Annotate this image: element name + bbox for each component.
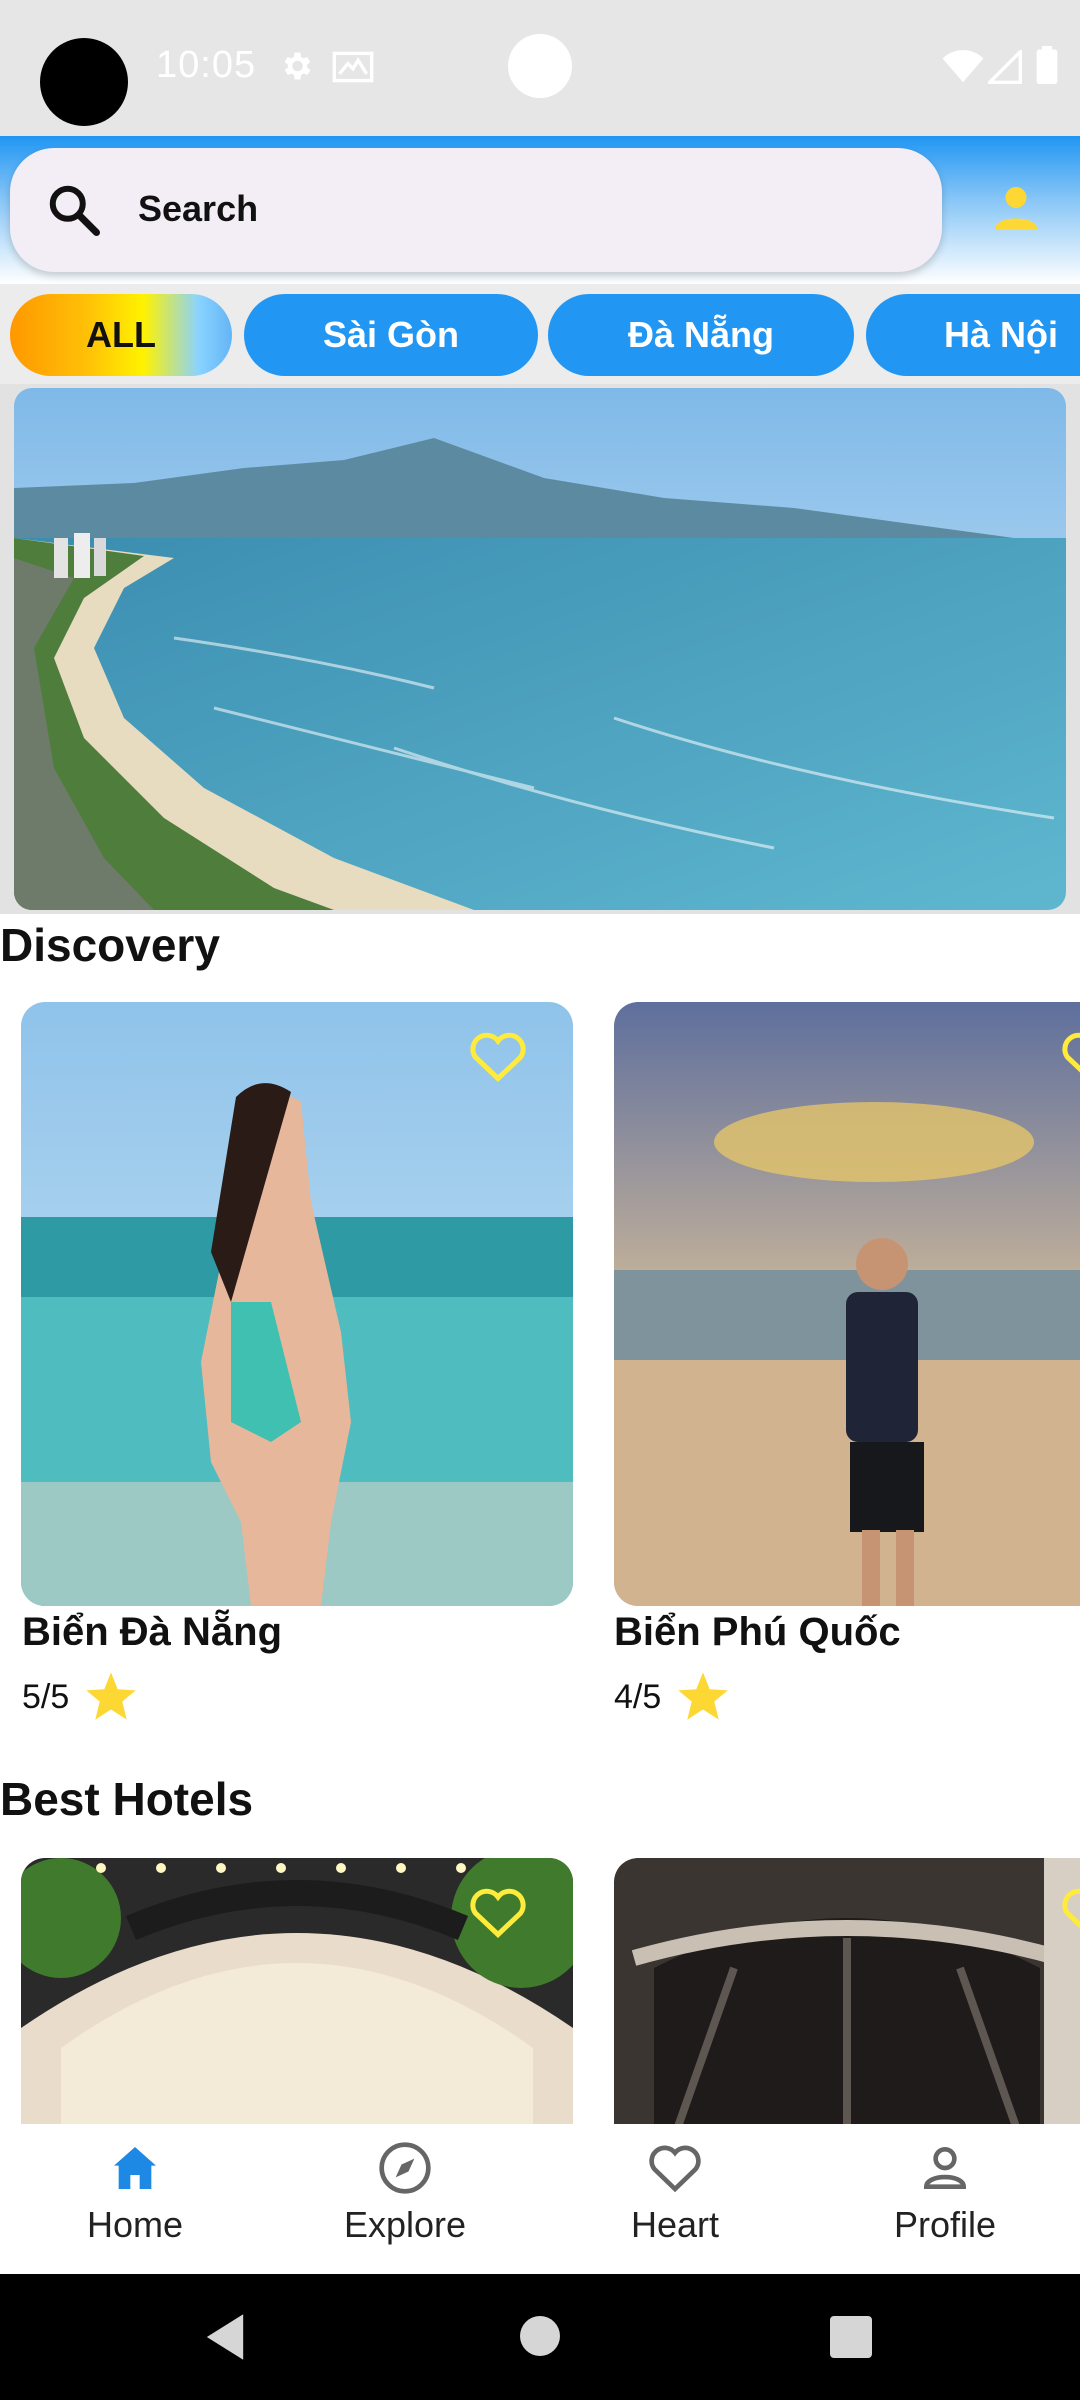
favorite-heart-icon[interactable] [1060, 1884, 1080, 1940]
favorite-heart-icon[interactable] [468, 1028, 528, 1084]
heart-icon [649, 2145, 701, 2193]
search-placeholder: Search [138, 188, 259, 229]
hotel-card-image[interactable] [614, 1858, 1080, 2138]
nav-profile[interactable]: Profile [845, 2140, 1045, 2246]
front-camera [508, 34, 572, 98]
home-icon [114, 2147, 156, 2189]
nav-heart[interactable]: Heart [575, 2140, 775, 2246]
battery-icon [1036, 46, 1058, 84]
best-hotels-title: Best Hotels [0, 1773, 254, 1825]
nav-explore[interactable]: Explore [305, 2140, 505, 2246]
favorite-heart-icon[interactable] [1060, 1028, 1080, 1084]
favorite-heart-icon[interactable] [468, 1884, 528, 1940]
star-icon [678, 1672, 728, 1720]
discovery-card-rating: 5/5 [22, 1678, 70, 1716]
chip-sai-gon[interactable]: Sài Gòn [244, 294, 538, 376]
system-home-button[interactable] [520, 2316, 560, 2356]
camera-cutout [40, 38, 128, 126]
gear-icon [284, 52, 311, 80]
compass-icon [379, 2142, 431, 2194]
nav-home[interactable]: Home [35, 2140, 235, 2246]
star-icon [86, 1672, 136, 1720]
banner-image[interactable] [14, 388, 1066, 910]
search-icon[interactable] [44, 180, 104, 240]
nav-profile-label: Profile [893, 2204, 997, 2245]
discovery-card-image[interactable] [614, 1002, 1080, 1606]
wifi-icon [942, 50, 984, 83]
account-icon[interactable] [988, 180, 1044, 236]
chip-all[interactable]: ALL [10, 294, 232, 376]
nav-explore-label: Explore [343, 2204, 467, 2245]
person-icon [923, 2147, 967, 2189]
chip-da-nang[interactable]: Đà Nẵng [548, 294, 854, 376]
discovery-card-image[interactable] [21, 1002, 573, 1606]
back-icon[interactable] [202, 2312, 248, 2362]
discovery-title: Discovery [0, 919, 220, 971]
discovery-card-title: Biển Đà Nẵng [22, 1610, 283, 1654]
nav-heart-label: Heart [630, 2204, 720, 2245]
status-time: 10:05 [156, 44, 257, 86]
signal-icon [988, 50, 1022, 84]
recent-apps-button[interactable] [830, 2316, 872, 2358]
discovery-card-rating: 4/5 [614, 1678, 662, 1716]
discovery-card-title: Biển Phú Quốc [614, 1610, 901, 1654]
nav-home-label: Home [86, 2204, 184, 2245]
chip-ha-noi[interactable]: Hà Nội [866, 294, 1080, 376]
mail-icon [332, 51, 374, 83]
